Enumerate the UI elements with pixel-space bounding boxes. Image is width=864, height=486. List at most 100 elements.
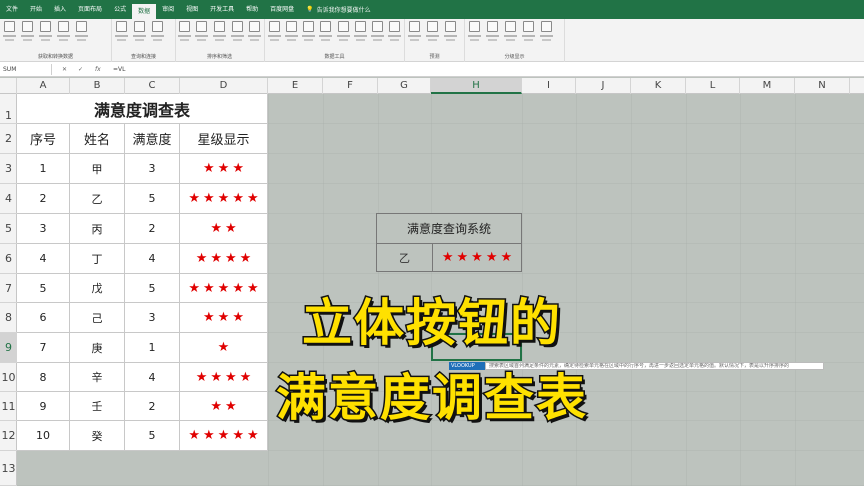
command-label [302, 35, 316, 37]
cancel-icon[interactable]: ✕ [62, 64, 67, 75]
command-label [488, 39, 497, 41]
column-header[interactable]: E [268, 78, 323, 94]
name-box[interactable]: SUM [0, 64, 52, 75]
enter-icon[interactable]: ✓ [78, 64, 83, 75]
ribbon-tab[interactable]: 开发工具 [204, 0, 240, 19]
ribbon-button[interactable] [74, 21, 89, 47]
survey-cell[interactable]: ★★★★★ [180, 184, 268, 214]
column-header[interactable]: F [323, 78, 378, 94]
row-header[interactable]: 1 [0, 94, 17, 124]
formula-input[interactable]: =VL [113, 64, 125, 75]
survey-cell[interactable]: 2 [17, 184, 70, 214]
column-header[interactable]: N [795, 78, 850, 94]
survey-cell[interactable]: 2 [125, 214, 180, 244]
ribbon-button[interactable] [425, 21, 440, 47]
ribbon-button[interactable] [230, 21, 245, 47]
ribbon-button[interactable] [371, 21, 385, 47]
command-label [542, 39, 551, 41]
survey-cell[interactable]: 甲 [70, 154, 125, 184]
ribbon-button[interactable] [407, 21, 422, 47]
column-header[interactable]: H [431, 78, 522, 94]
command-label [133, 35, 146, 37]
row-header[interactable]: 4 [0, 184, 17, 214]
command-label [355, 39, 365, 41]
column-header[interactable]: L [686, 78, 740, 94]
ribbon-button[interactable] [2, 21, 17, 47]
column-header[interactable]: M [740, 78, 795, 94]
ribbon-group: 查询和连接 [112, 19, 176, 62]
select-all-button[interactable] [0, 78, 17, 94]
ribbon-tab[interactable]: 帮助 [240, 0, 264, 19]
command-icon [354, 21, 366, 32]
ribbon-tab[interactable]: 文件 [0, 0, 24, 19]
row-header[interactable]: 6 [0, 244, 17, 274]
row-header[interactable]: 2 [0, 124, 17, 154]
column-header[interactable]: D [180, 78, 268, 94]
survey-cell[interactable]: 4 [17, 244, 70, 274]
ribbon-tab[interactable]: 开始 [24, 0, 48, 19]
ribbon-button[interactable] [319, 21, 333, 47]
command-label [177, 35, 191, 37]
query-title: 满意度查询系统 [377, 214, 521, 244]
ribbon-group-label: 预测 [429, 54, 440, 60]
ribbon-button[interactable] [485, 21, 500, 47]
ribbon-button[interactable] [388, 21, 402, 47]
ribbon-button[interactable] [132, 21, 147, 47]
ribbon-button[interactable] [20, 21, 35, 47]
ribbon-button[interactable] [177, 21, 192, 47]
survey-cell[interactable]: 丁 [70, 244, 125, 274]
ribbon-button[interactable] [503, 21, 518, 47]
survey-cell[interactable]: 3 [125, 154, 180, 184]
ribbon-tab[interactable]: 百度网盘 [264, 0, 300, 19]
command-label [151, 35, 164, 37]
ribbon-button[interactable] [195, 21, 210, 47]
insert-function-icon[interactable]: fx [95, 64, 101, 75]
column-header[interactable]: J [576, 78, 631, 94]
column-header[interactable]: B [70, 78, 125, 94]
ribbon-button[interactable] [302, 21, 316, 47]
query-name-cell[interactable]: 乙 [377, 244, 433, 271]
command-icon [268, 21, 280, 32]
ribbon-tab[interactable]: 视图 [180, 0, 204, 19]
survey-cell[interactable]: 1 [17, 154, 70, 184]
row-header[interactable]: 5 [0, 214, 17, 244]
ribbon-tab[interactable]: 审阅 [156, 0, 180, 19]
ribbon-button[interactable] [284, 21, 298, 47]
row-header[interactable]: 3 [0, 154, 17, 184]
survey-cell[interactable]: 4 [125, 244, 180, 274]
caption-line-2: 满意度调查表 [275, 368, 588, 429]
column-header[interactable]: C [125, 78, 180, 94]
ribbon-button[interactable] [539, 21, 554, 47]
ribbon-button[interactable] [38, 21, 53, 47]
ribbon-button[interactable] [467, 21, 482, 47]
survey-cell[interactable]: ★★ [180, 214, 268, 244]
ribbon-button[interactable] [247, 21, 262, 47]
ribbon-tab[interactable]: 页面布局 [72, 0, 108, 19]
column-header[interactable]: A [17, 78, 70, 94]
ribbon-button[interactable] [56, 21, 71, 47]
ribbon-button[interactable] [521, 21, 536, 47]
column-header[interactable]: G [378, 78, 431, 94]
ribbon-tab[interactable]: 数据 [132, 4, 157, 19]
survey-cell[interactable]: 丙 [70, 214, 125, 244]
command-label [304, 39, 314, 41]
ribbon-button[interactable] [212, 21, 227, 47]
survey-cell[interactable]: ★★★★ [180, 244, 268, 274]
ribbon-tab[interactable]: 公式 [108, 0, 132, 19]
survey-cell[interactable]: ★★★ [180, 154, 268, 184]
row-header[interactable]: 13 [0, 451, 17, 486]
ribbon-button[interactable] [150, 21, 165, 47]
ribbon-tab[interactable]: 插入 [48, 0, 72, 19]
ribbon-button[interactable] [336, 21, 350, 47]
ribbon-button[interactable] [443, 21, 458, 47]
tell-me-search[interactable]: 💡 告诉我你想要做什么 [306, 5, 371, 14]
query-stars-cell[interactable]: ★★★★★ [433, 244, 521, 271]
column-header[interactable]: I [522, 78, 576, 94]
ribbon-button[interactable] [114, 21, 129, 47]
survey-cell[interactable]: 5 [125, 184, 180, 214]
survey-cell[interactable]: 乙 [70, 184, 125, 214]
column-header[interactable]: K [631, 78, 686, 94]
ribbon-button[interactable] [353, 21, 367, 47]
survey-cell[interactable]: 3 [17, 214, 70, 244]
ribbon-button[interactable] [267, 21, 281, 47]
